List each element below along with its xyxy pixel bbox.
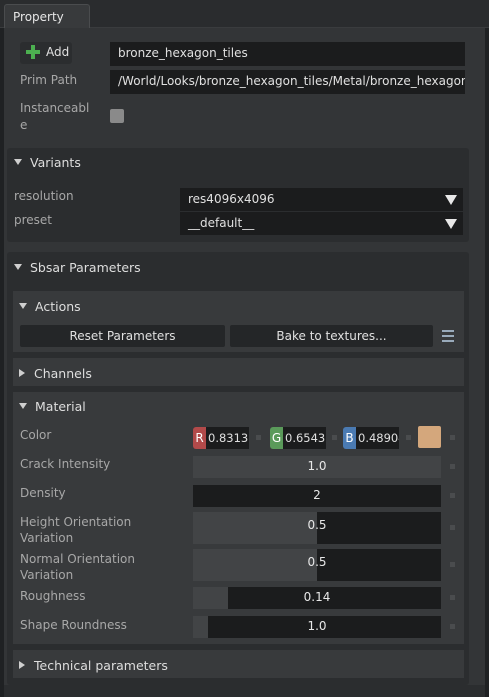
dropdown-arrow-icon <box>445 219 457 229</box>
normal-orientation-slider[interactable]: 0.5 <box>193 549 441 581</box>
color-r-value[interactable]: 0.83137 <box>206 427 249 449</box>
reset-parameters-button[interactable]: Reset Parameters <box>20 325 225 347</box>
shape-roundness-label: Shape Roundness <box>20 618 127 632</box>
shape-roundness-value: 1.0 <box>307 619 327 633</box>
prim-name-field[interactable]: bronze_hexagon_tiles <box>110 42 465 66</box>
normal-orientation-label-line2: Variation <box>20 568 74 582</box>
instanceable-checkbox[interactable] <box>110 109 124 123</box>
normal-orientation-dot[interactable] <box>450 562 455 567</box>
prim-path-label: Prim Path <box>20 73 78 87</box>
sbsar-title: Sbsar Parameters <box>30 260 141 275</box>
variant-preset-label: preset <box>14 213 53 227</box>
height-orientation-label-line2: Variation <box>20 531 74 545</box>
channels-header[interactable]: Channels <box>19 366 92 381</box>
tab-property[interactable]: Property <box>4 4 90 28</box>
normal-orientation-label-line1: Normal Orientation <box>20 552 135 566</box>
bake-to-textures-button[interactable]: Bake to textures... <box>230 325 433 347</box>
color-swatch[interactable] <box>418 426 441 448</box>
height-orientation-label-line1: Height Orientation <box>20 515 132 529</box>
add-button-label: Add <box>46 45 70 59</box>
channel-g-badge: G <box>270 427 283 449</box>
roughness-label: Roughness <box>20 589 86 603</box>
collapse-triangle-icon <box>19 303 27 309</box>
variant-preset-value: __default__ <box>188 216 255 230</box>
collapse-triangle-icon <box>14 264 22 270</box>
material-title: Material <box>35 399 86 414</box>
roughness-dot[interactable] <box>450 595 455 600</box>
add-button[interactable]: Add <box>20 42 72 64</box>
height-orientation-value: 0.5 <box>307 518 327 532</box>
channel-b-badge: B <box>343 427 356 449</box>
density-dot[interactable] <box>450 493 455 498</box>
density-slider[interactable]: 2 <box>193 485 441 507</box>
crack-intensity-value: 1.0 <box>307 459 327 473</box>
color-b-value[interactable]: 0.48904 <box>356 427 399 449</box>
variants-header[interactable]: Variants <box>14 155 81 170</box>
color-label: Color <box>20 428 52 442</box>
height-orientation-slider[interactable]: 0.5 <box>193 512 441 544</box>
variant-resolution-value: res4096x4096 <box>188 192 275 206</box>
density-label: Density <box>20 486 66 500</box>
variant-resolution-label: resolution <box>14 189 74 203</box>
plus-icon <box>24 43 41 60</box>
roughness-value: 0.14 <box>303 590 331 604</box>
expand-triangle-icon <box>19 369 25 377</box>
variants-title: Variants <box>30 155 81 170</box>
actions-title: Actions <box>35 299 81 314</box>
color-r-dot <box>256 435 261 440</box>
variant-resolution-dropdown[interactable]: res4096x4096 <box>180 188 463 211</box>
instanceable-label-line2: e <box>20 118 28 132</box>
material-header[interactable]: Material <box>19 399 86 414</box>
variant-preset-dropdown[interactable]: __default__ <box>180 212 463 235</box>
prim-path-field[interactable]: /World/Looks/bronze_hexagon_tiles/Metal/… <box>110 70 465 94</box>
normal-orientation-value: 0.5 <box>307 555 327 569</box>
sbsar-header[interactable]: Sbsar Parameters <box>14 260 141 275</box>
collapse-triangle-icon <box>19 403 27 409</box>
shape-roundness-slider[interactable]: 1.0 <box>193 616 441 638</box>
color-b-dot <box>406 435 411 440</box>
color-r-field[interactable]: R 0.83137 <box>193 427 250 449</box>
shape-roundness-dot[interactable] <box>450 624 455 629</box>
color-b-field[interactable]: B 0.48904 <box>343 427 400 449</box>
crack-intensity-dot[interactable] <box>450 464 455 469</box>
height-orientation-dot[interactable] <box>450 525 455 530</box>
color-reset-dot[interactable] <box>450 435 455 440</box>
color-g-value[interactable]: 0.65431 <box>283 427 326 449</box>
instanceable-label-line1: Instanceabl <box>20 101 90 115</box>
crack-intensity-slider[interactable]: 1.0 <box>193 456 441 478</box>
expand-triangle-icon <box>19 661 25 669</box>
menu-icon[interactable] <box>442 330 454 342</box>
technical-header[interactable]: Technical parameters <box>19 658 168 673</box>
channels-title: Channels <box>34 366 92 381</box>
technical-title: Technical parameters <box>34 658 168 673</box>
panel-bottom-edge <box>4 685 485 697</box>
density-value: 2 <box>313 488 321 502</box>
actions-header[interactable]: Actions <box>19 299 81 314</box>
collapse-triangle-icon <box>14 159 22 165</box>
roughness-slider[interactable]: 0.14 <box>193 587 441 609</box>
channel-r-badge: R <box>193 427 206 449</box>
color-g-dot <box>332 435 337 440</box>
dropdown-arrow-icon <box>445 195 457 205</box>
crack-intensity-label: Crack Intensity <box>20 457 111 471</box>
color-g-field[interactable]: G 0.65431 <box>270 427 327 449</box>
